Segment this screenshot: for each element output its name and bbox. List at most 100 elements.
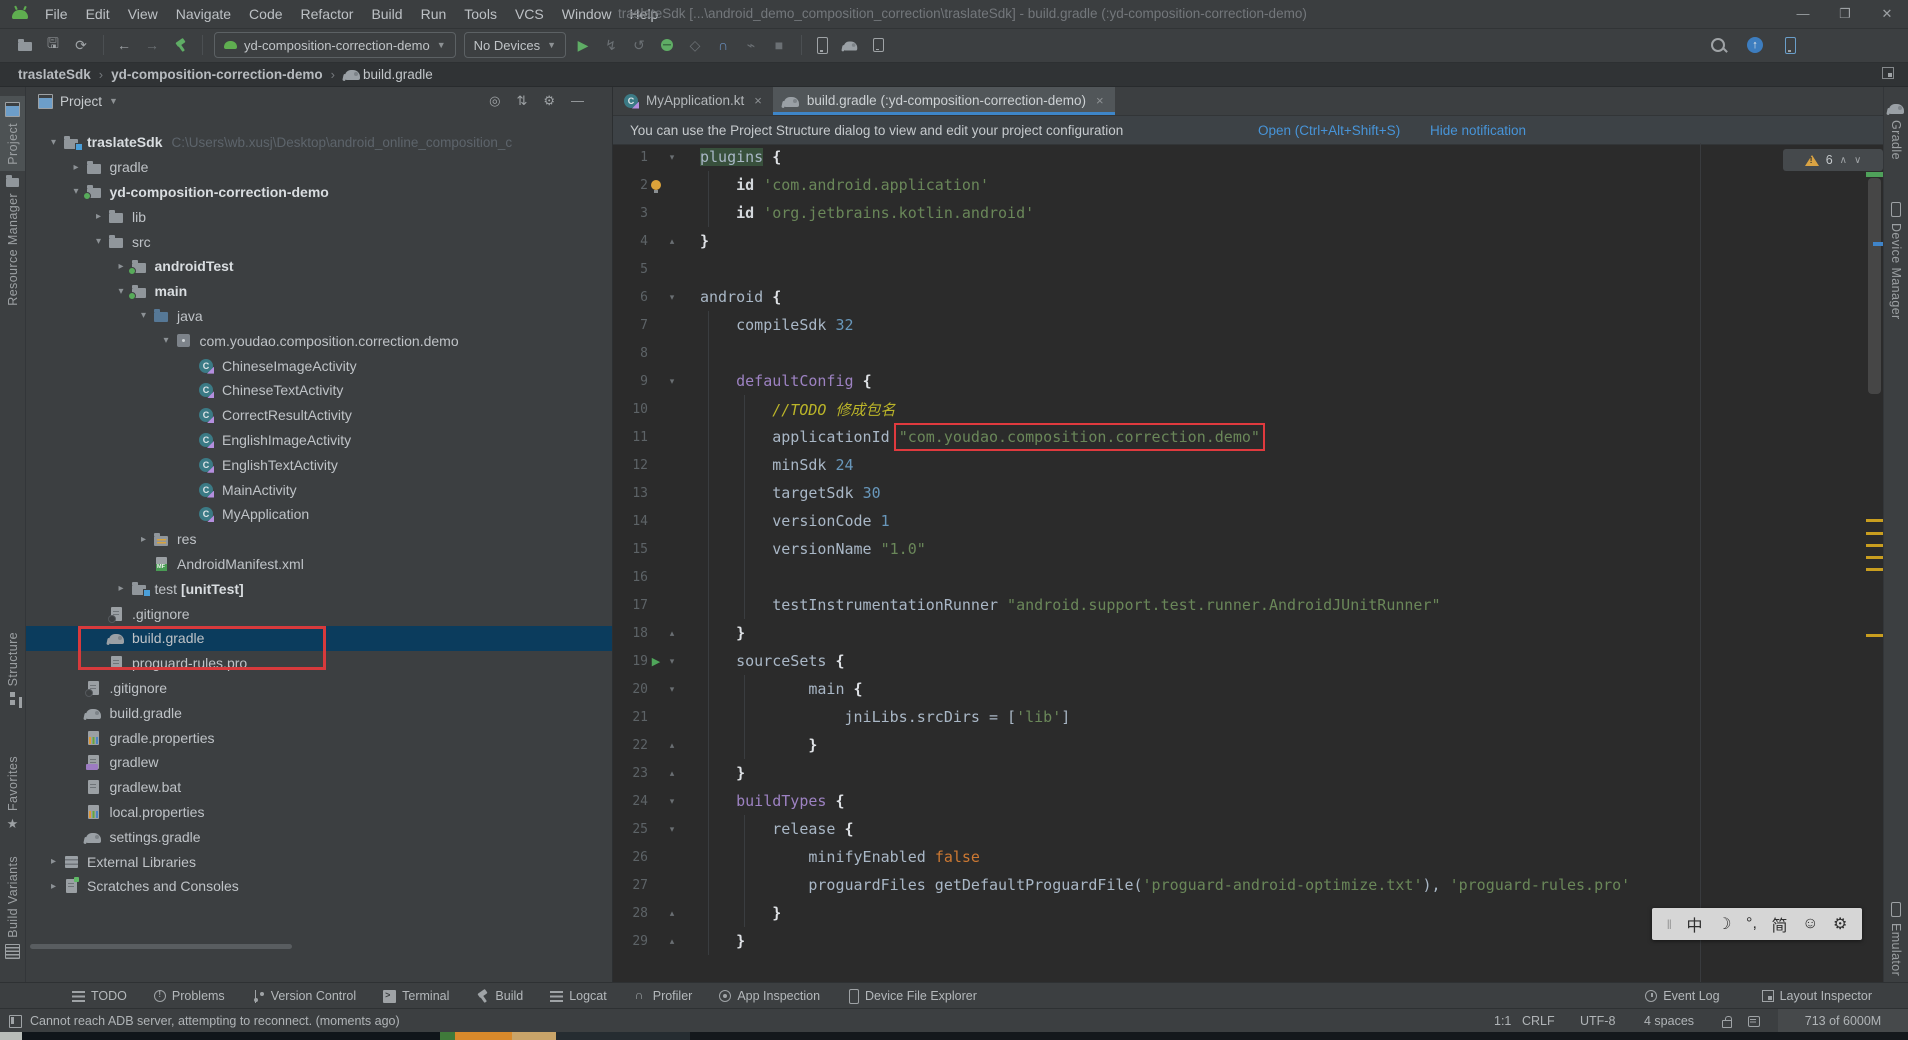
- line-number[interactable]: 8: [614, 346, 648, 361]
- breadcrumb-item[interactable]: build.gradle: [363, 67, 433, 82]
- tree-item-androidtest[interactable]: ▸androidTest: [25, 254, 612, 279]
- debug-button[interactable]: [654, 32, 680, 58]
- fold-marker-icon[interactable]: ▾: [664, 684, 680, 695]
- fold-marker-icon[interactable]: ▾: [664, 376, 680, 387]
- tree-item-lib[interactable]: ▸lib: [25, 204, 612, 229]
- tree-item-gitignore[interactable]: .gitignore: [25, 601, 612, 626]
- search-everywhere-icon[interactable]: [1711, 38, 1725, 52]
- sdk-manager-icon[interactable]: [865, 32, 891, 58]
- stop-button[interactable]: ■: [766, 32, 792, 58]
- memory-indicator[interactable]: 713 of 6000M: [1778, 1009, 1908, 1033]
- open-project-structure-link[interactable]: Open (Ctrl+Alt+Shift+S): [1258, 123, 1400, 138]
- ime-button-2[interactable]: °,: [1746, 915, 1757, 933]
- chevron-closed-icon[interactable]: ▸: [69, 162, 84, 173]
- bottom-tab-device-file-explorer[interactable]: Device File Explorer: [847, 989, 977, 1004]
- close-icon[interactable]: ×: [1096, 93, 1104, 108]
- chevron-open-icon[interactable]: ▾: [114, 286, 129, 297]
- chevron-closed-icon[interactable]: ▸: [46, 881, 61, 892]
- line-number[interactable]: 24: [614, 794, 648, 809]
- notifications-icon[interactable]: [1748, 1016, 1760, 1027]
- line-number[interactable]: 9: [614, 374, 648, 389]
- prev-warning-icon[interactable]: ∧: [1840, 155, 1847, 166]
- forward-icon[interactable]: →: [139, 32, 165, 58]
- line-number[interactable]: 6: [614, 290, 648, 305]
- stripe-tab-favorites[interactable]: Favorites★: [0, 750, 25, 836]
- line-number[interactable]: 18: [614, 626, 648, 641]
- fold-marker-icon[interactable]: ▾: [664, 292, 680, 303]
- tree-item-settings-gradle[interactable]: settings.gradle: [25, 824, 612, 849]
- ime-button-5[interactable]: ⚙: [1833, 914, 1847, 934]
- breadcrumb-item[interactable]: traslateSdk: [18, 67, 91, 82]
- run-configuration-select[interactable]: yd-composition-correction-demo ▼: [214, 32, 456, 58]
- bottom-tab-layout-inspector[interactable]: Layout Inspector: [1762, 989, 1872, 1003]
- breadcrumb-item[interactable]: yd-composition-correction-demo: [111, 67, 323, 82]
- line-number[interactable]: 4: [614, 234, 648, 249]
- menu-window[interactable]: Window: [553, 0, 621, 28]
- indent-setting[interactable]: 4 spaces: [1644, 1009, 1694, 1033]
- chevron-closed-icon[interactable]: ▸: [114, 583, 129, 594]
- fold-marker-icon[interactable]: ▴: [664, 236, 680, 247]
- stripe-tab-gradle[interactable]: Gradle: [1884, 96, 1908, 166]
- collapse-all-icon[interactable]: ⇅: [516, 93, 527, 109]
- chevron-closed-icon[interactable]: ▸: [136, 534, 151, 545]
- profile-button[interactable]: ∩: [710, 32, 736, 58]
- bottom-tab-problems[interactable]: Problems: [154, 989, 225, 1003]
- apply-code-changes-icon[interactable]: ↺: [626, 32, 652, 58]
- editor[interactable]: MyApplication.kt×build.gradle (:yd-compo…: [612, 86, 1884, 982]
- ime-drag-handle[interactable]: ‖: [1667, 917, 1672, 932]
- chevron-open-icon[interactable]: ▾: [46, 137, 61, 148]
- line-number[interactable]: 3: [614, 206, 648, 221]
- menu-view[interactable]: View: [119, 0, 167, 28]
- chevron-closed-icon[interactable]: ▸: [91, 211, 106, 222]
- settings-gear-icon[interactable]: ⚙: [543, 93, 555, 109]
- tree-item-gradlew[interactable]: gradlew: [25, 750, 612, 775]
- chevron-closed-icon[interactable]: ▸: [114, 261, 129, 272]
- line-number[interactable]: 25: [614, 822, 648, 837]
- updates-available-icon[interactable]: ↑: [1747, 37, 1763, 53]
- line-number[interactable]: 17: [614, 598, 648, 613]
- tool-window-toggle-icon[interactable]: [9, 1015, 22, 1028]
- maximize-button[interactable]: ❐: [1838, 0, 1852, 28]
- stripe-tab-structure[interactable]: Structure: [0, 626, 25, 711]
- tree-item-local-properties[interactable]: local.properties: [25, 800, 612, 825]
- device-select[interactable]: No Devices ▼: [464, 32, 566, 58]
- tab-myapplication-kt[interactable]: MyApplication.kt×: [612, 86, 773, 115]
- run-line-icon[interactable]: ▶: [652, 656, 660, 668]
- horizontal-scrollbar[interactable]: [30, 944, 292, 949]
- code-area[interactable]: 1▾plugins {2 id 'com.android.application…: [612, 143, 1884, 982]
- fold-marker-icon[interactable]: ▾: [664, 824, 680, 835]
- line-number[interactable]: 13: [614, 486, 648, 501]
- fold-marker-icon[interactable]: ▾: [664, 796, 680, 807]
- stripe-tab-resource-manager[interactable]: Resource Manager: [0, 170, 25, 312]
- fold-marker-icon[interactable]: ▴: [664, 768, 680, 779]
- minimize-button[interactable]: —: [1796, 0, 1810, 28]
- sync-icon[interactable]: ⟳: [68, 32, 94, 58]
- tree-item-traslatesdk[interactable]: ▾traslateSdkC:\Users\wb.xusj\Desktop\and…: [25, 130, 612, 155]
- fold-marker-icon[interactable]: ▾: [664, 152, 680, 163]
- line-number[interactable]: 2: [614, 178, 648, 193]
- line-number[interactable]: 27: [614, 878, 648, 893]
- line-number[interactable]: 14: [614, 514, 648, 529]
- project-panel-title[interactable]: Project: [60, 94, 102, 109]
- stripe-tab-device-manager[interactable]: Device Manager: [1884, 196, 1908, 326]
- device-manager-icon[interactable]: [809, 32, 835, 58]
- line-number[interactable]: 1: [614, 150, 648, 165]
- tree-item-englishimageactivity[interactable]: EnglishImageActivity: [25, 428, 612, 453]
- menu-tools[interactable]: Tools: [455, 0, 506, 28]
- close-button[interactable]: ✕: [1880, 0, 1894, 28]
- tree-item-gitignore[interactable]: .gitignore: [25, 676, 612, 701]
- menu-build[interactable]: Build: [362, 0, 411, 28]
- line-number[interactable]: 26: [614, 850, 648, 865]
- line-number[interactable]: 29: [614, 934, 648, 949]
- tree-item-scratches-and-consoles[interactable]: ▸Scratches and Consoles: [25, 874, 612, 899]
- build-hammer-icon[interactable]: [167, 32, 193, 58]
- tree-item-src[interactable]: ▾src: [25, 229, 612, 254]
- fold-marker-icon[interactable]: ▴: [664, 936, 680, 947]
- chevron-open-icon[interactable]: ▾: [136, 310, 151, 321]
- tree-item-correctresultactivity[interactable]: CorrectResultActivity: [25, 403, 612, 428]
- ime-button-3[interactable]: 简: [1771, 912, 1787, 936]
- ime-button-1[interactable]: ☽: [1717, 914, 1731, 934]
- menu-refactor[interactable]: Refactor: [292, 0, 363, 28]
- lock-icon[interactable]: [1722, 1020, 1732, 1028]
- line-number[interactable]: 23: [614, 766, 648, 781]
